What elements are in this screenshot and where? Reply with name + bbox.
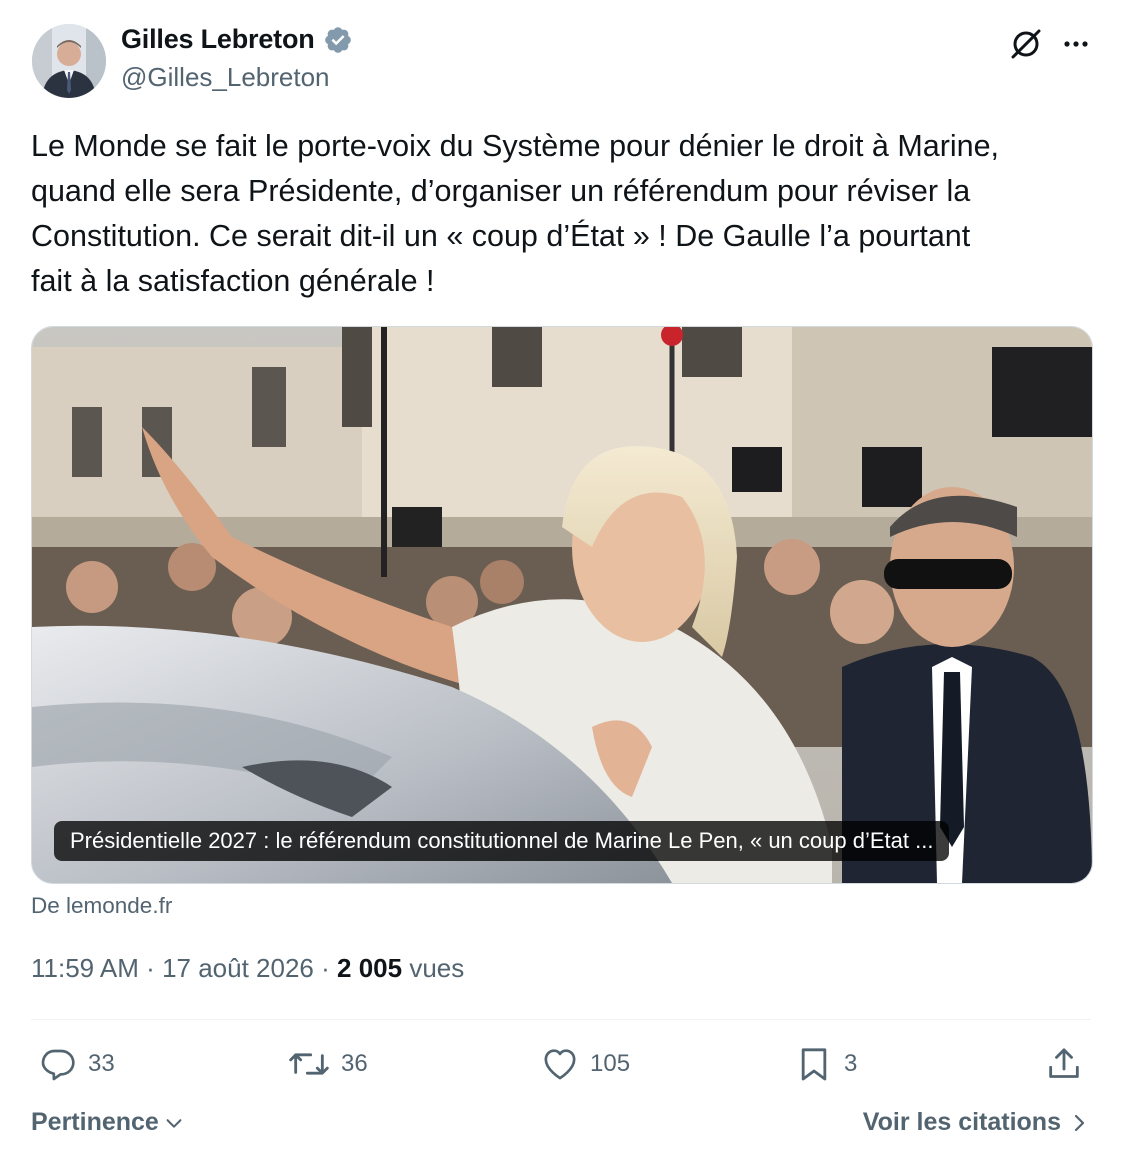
views-label: vues <box>409 953 465 983</box>
sort-label: Pertinence <box>31 1108 159 1136</box>
author-name-row[interactable]: Gilles Lebreton <box>121 24 353 55</box>
meta-separator: · <box>146 953 155 983</box>
reply-count: 33 <box>88 1050 115 1077</box>
like-icon <box>544 1049 576 1080</box>
author-handle[interactable]: @Gilles_Lebreton <box>121 62 330 93</box>
meta-separator: · <box>321 953 330 983</box>
like-button[interactable]: 105 <box>540 1044 630 1084</box>
repost-count: 36 <box>341 1050 368 1077</box>
tweet-meta: 11:59 AM · 17 août 2026 · 2 005 vues <box>31 953 464 984</box>
bookmark-icon <box>801 1048 827 1081</box>
share-button[interactable] <box>1044 1044 1084 1084</box>
divider <box>31 1019 1091 1020</box>
tweet-text: Le Monde se fait le porte-voix du Systèm… <box>31 129 1000 298</box>
bookmark-button[interactable]: 3 <box>794 1044 857 1084</box>
share-icon <box>1049 1048 1079 1078</box>
more-icon[interactable] <box>1056 24 1096 64</box>
card-caption: Présidentielle 2027 : le référendum cons… <box>54 821 950 861</box>
verified-badge-icon <box>323 25 353 55</box>
avatar[interactable] <box>32 24 106 98</box>
card-photo <box>32 327 1092 883</box>
reply-icon <box>41 1049 75 1081</box>
tweet-time[interactable]: 11:59 AM <box>31 953 139 983</box>
chevron-right-icon <box>1074 1114 1085 1131</box>
link-card[interactable]: Présidentielle 2027 : le référendum cons… <box>31 326 1093 884</box>
repost-icon <box>289 1053 329 1075</box>
view-quotes-link[interactable]: Voir les citations <box>863 1108 1089 1137</box>
view-quotes-label: Voir les citations <box>862 1108 1061 1136</box>
reply-button[interactable]: 33 <box>38 1044 115 1084</box>
tweet-date[interactable]: 17 août 2026 <box>162 953 314 983</box>
bookmark-count: 3 <box>844 1050 858 1077</box>
like-count: 105 <box>590 1050 631 1077</box>
views-count: 2 005 <box>337 953 403 983</box>
chevron-down-icon <box>166 1118 182 1128</box>
author-name[interactable]: Gilles Lebreton <box>121 24 315 55</box>
avatar-image <box>32 24 106 98</box>
card-source[interactable]: De lemonde.fr <box>31 893 172 919</box>
sort-dropdown[interactable]: Pertinence <box>31 1108 185 1137</box>
repost-button[interactable]: 36 <box>287 1044 368 1084</box>
grok-icon[interactable] <box>1006 24 1046 64</box>
